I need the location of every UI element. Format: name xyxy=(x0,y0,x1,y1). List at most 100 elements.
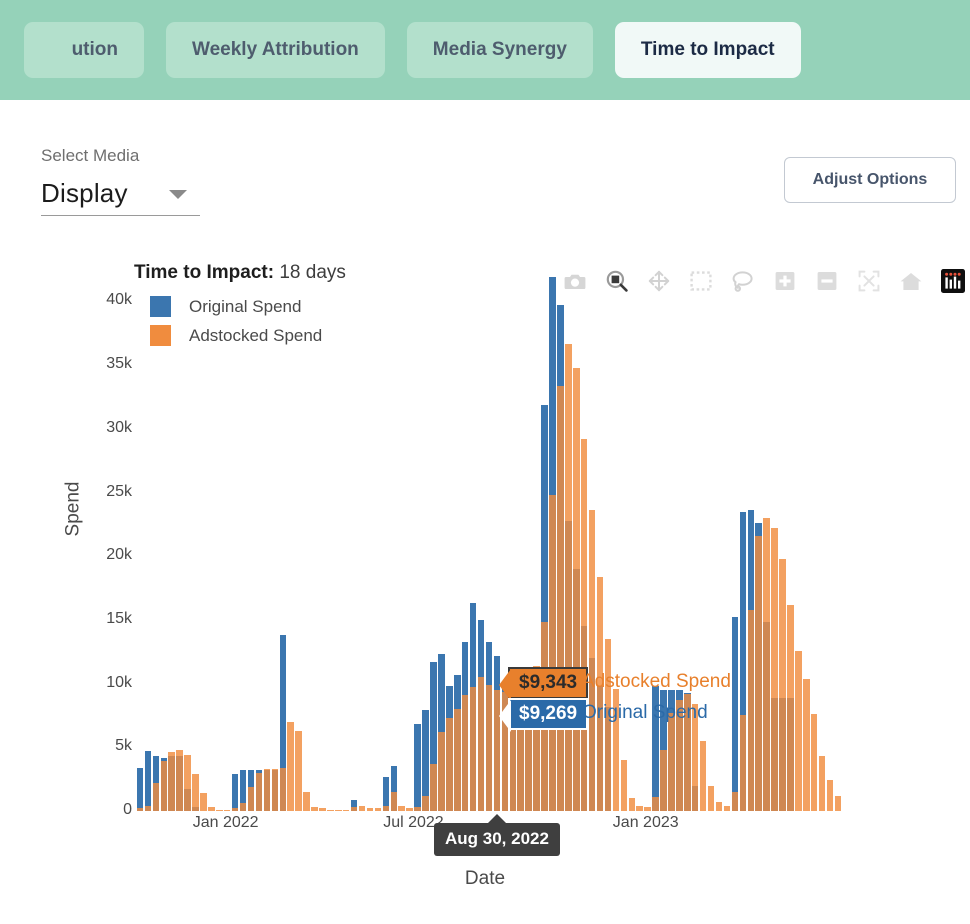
bar-adstocked-spend[interactable] xyxy=(255,772,263,811)
bar-adstocked-spend[interactable] xyxy=(287,721,294,811)
bar-adstocked-spend[interactable] xyxy=(335,809,342,811)
media-select-dropdown[interactable]: Display xyxy=(41,172,200,216)
bar-adstocked-spend[interactable] xyxy=(223,809,231,811)
bar-adstocked-spend[interactable] xyxy=(739,715,747,811)
bar-original-spend[interactable] xyxy=(231,774,239,811)
bar-adstocked-spend[interactable] xyxy=(200,793,207,811)
bar-adstocked-spend[interactable] xyxy=(779,558,786,811)
bar-adstocked-spend[interactable] xyxy=(239,803,247,811)
bar-adstocked-spend[interactable] xyxy=(311,807,318,811)
bar-adstocked-spend[interactable] xyxy=(477,677,485,811)
bar-adstocked-spend[interactable] xyxy=(350,807,358,811)
bar-adstocked-spend[interactable] xyxy=(707,785,715,811)
tab-weekly-attribution[interactable]: Weekly Attribution xyxy=(166,22,385,78)
bar-adstocked-spend[interactable] xyxy=(644,807,651,811)
bar-original-spend[interactable] xyxy=(136,767,144,811)
bar-adstocked-spend[interactable] xyxy=(430,763,437,811)
bar-adstocked-spend[interactable] xyxy=(319,808,326,811)
bar-adstocked-spend[interactable] xyxy=(469,687,477,811)
bar-adstocked-spend[interactable] xyxy=(136,808,144,811)
bar-original-spend[interactable] xyxy=(414,724,421,811)
bar-adstocked-spend[interactable] xyxy=(208,807,215,811)
bar-adstocked-spend[interactable] xyxy=(573,367,580,811)
bar-adstocked-spend[interactable] xyxy=(620,760,628,811)
bar-adstocked-spend[interactable] xyxy=(184,754,191,811)
plot-area[interactable] xyxy=(136,276,842,811)
reset-home-icon[interactable] xyxy=(896,268,926,294)
bar-adstocked-spend[interactable] xyxy=(271,768,279,811)
tooltip-arrow-original xyxy=(499,700,511,732)
adjust-options-button[interactable]: Adjust Options xyxy=(784,157,956,203)
bar-adstocked-spend[interactable] xyxy=(763,518,770,811)
bar-adstocked-spend[interactable] xyxy=(755,535,762,811)
bar-adstocked-spend[interactable] xyxy=(374,808,382,811)
bar-adstocked-spend[interactable] xyxy=(461,695,469,811)
bar-adstocked-spend[interactable] xyxy=(358,805,366,811)
bar-adstocked-spend[interactable] xyxy=(216,809,223,811)
bar-adstocked-spend[interactable] xyxy=(787,604,794,811)
bar-adstocked-spend[interactable] xyxy=(438,732,445,811)
bar-adstocked-spend[interactable] xyxy=(168,752,175,811)
bar-adstocked-spend[interactable] xyxy=(715,802,723,811)
plotly-logo-icon[interactable] xyxy=(938,268,968,294)
bar-adstocked-spend[interactable] xyxy=(604,639,612,811)
bar-adstocked-spend[interactable] xyxy=(826,780,834,811)
bar-adstocked-spend[interactable] xyxy=(818,756,826,811)
bar-adstocked-spend[interactable] xyxy=(295,730,302,811)
bar-adstocked-spend[interactable] xyxy=(668,712,675,811)
bar-adstocked-spend[interactable] xyxy=(485,684,493,811)
autoscale-icon[interactable] xyxy=(854,268,884,294)
bar-adstocked-spend[interactable] xyxy=(446,718,453,811)
bar-adstocked-spend[interactable] xyxy=(660,749,667,811)
bar-adstocked-spend[interactable] xyxy=(231,808,239,811)
bar-adstocked-spend[interactable] xyxy=(303,791,310,811)
bar-adstocked-spend[interactable] xyxy=(247,786,255,811)
bar-adstocked-spend[interactable] xyxy=(771,528,778,811)
bar-adstocked-spend[interactable] xyxy=(549,495,556,811)
bar-adstocked-spend[interactable] xyxy=(144,805,152,811)
bar-adstocked-spend[interactable] xyxy=(454,709,461,811)
bar-adstocked-spend[interactable] xyxy=(636,805,643,811)
bar-adstocked-spend[interactable] xyxy=(699,740,707,811)
bar-adstocked-spend[interactable] xyxy=(327,809,334,811)
hover-tooltip-adstocked-name: Adstocked Spend xyxy=(582,671,731,692)
bar-adstocked-spend[interactable] xyxy=(723,805,731,811)
bar-adstocked-spend[interactable] xyxy=(628,798,636,811)
tab-media-synergy[interactable]: Media Synergy xyxy=(406,22,593,78)
bar-adstocked-spend[interactable] xyxy=(557,385,564,811)
bar-adstocked-spend[interactable] xyxy=(398,805,405,811)
bar-adstocked-spend[interactable] xyxy=(152,782,160,811)
bar-adstocked-spend[interactable] xyxy=(565,343,572,811)
bar-adstocked-spend[interactable] xyxy=(192,774,199,811)
bar-adstocked-spend[interactable] xyxy=(414,807,421,811)
y-tick-label: 5k xyxy=(115,737,132,755)
bar-adstocked-spend[interactable] xyxy=(160,761,167,811)
bar-adstocked-spend[interactable] xyxy=(731,791,739,811)
chart-container: Time to Impact: 18 days Original Spend A… xyxy=(0,236,970,924)
bar-adstocked-spend[interactable] xyxy=(747,609,755,811)
bar-adstocked-spend[interactable] xyxy=(588,510,596,811)
tab-ution[interactable]: ution xyxy=(24,22,144,78)
y-tick-label: 35k xyxy=(106,355,132,373)
bar-adstocked-spend[interactable] xyxy=(176,749,183,811)
bar-adstocked-spend[interactable] xyxy=(795,650,802,811)
bar-adstocked-spend[interactable] xyxy=(382,805,390,811)
bar-original-spend[interactable] xyxy=(144,751,152,811)
bar-original-spend[interactable] xyxy=(731,617,739,811)
bar-adstocked-spend[interactable] xyxy=(596,576,604,811)
bar-adstocked-spend[interactable] xyxy=(580,439,588,811)
app-header: ution Weekly Attribution Media Synergy Time… xyxy=(0,0,970,100)
bar-adstocked-spend[interactable] xyxy=(422,795,429,811)
x-axis-title: Date xyxy=(464,868,506,889)
bar-adstocked-spend[interactable] xyxy=(366,808,374,811)
bar-adstocked-spend[interactable] xyxy=(834,795,842,811)
bar-adstocked-spend[interactable] xyxy=(803,678,810,811)
tab-time-to-impact[interactable]: Time to Impact xyxy=(614,22,801,78)
bar-adstocked-spend[interactable] xyxy=(652,797,659,811)
bar-adstocked-spend[interactable] xyxy=(263,768,271,811)
bar-adstocked-spend[interactable] xyxy=(406,808,413,811)
bar-adstocked-spend[interactable] xyxy=(810,714,818,811)
bar-adstocked-spend[interactable] xyxy=(279,767,286,811)
bar-adstocked-spend[interactable] xyxy=(342,809,350,811)
bar-adstocked-spend[interactable] xyxy=(390,791,398,811)
